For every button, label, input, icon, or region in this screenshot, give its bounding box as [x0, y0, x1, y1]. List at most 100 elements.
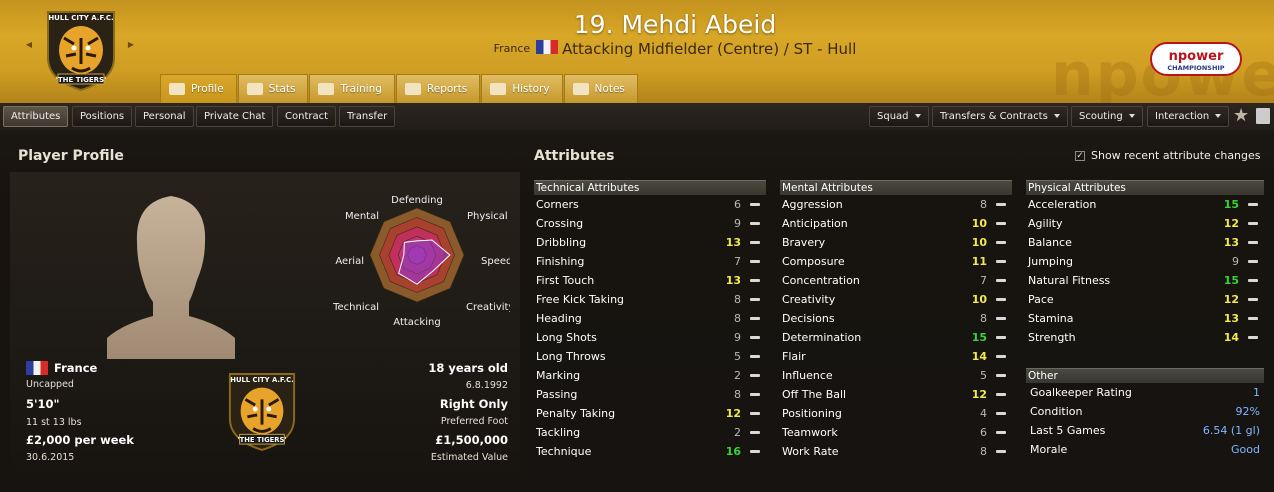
other-name: Goalkeeper Rating: [1030, 386, 1132, 399]
attribute-row[interactable]: Strength 14: [1026, 328, 1264, 347]
player-weight: 11 st 13 lbs: [26, 417, 82, 428]
attribute-row[interactable]: Anticipation 10: [780, 214, 1012, 233]
attribute-name: Pace: [1028, 293, 1054, 306]
attribute-value: 15: [1223, 274, 1239, 287]
attribute-row[interactable]: Acceleration 15: [1026, 195, 1264, 214]
subnav-contract-button[interactable]: Contract: [277, 106, 337, 127]
subnav-transfer-button[interactable]: Transfer: [339, 106, 396, 127]
attribute-row[interactable]: Concentration 7: [780, 271, 1012, 290]
subnav-private-chat-button[interactable]: Private Chat: [196, 106, 274, 127]
player-name: 19. Mehdi Abeid: [573, 10, 777, 39]
attribute-row[interactable]: Influence 5: [780, 366, 1012, 385]
attribute-name: Creativity: [782, 293, 836, 306]
attribute-row[interactable]: Flair 14: [780, 347, 1012, 366]
other-value: 92%: [1235, 405, 1260, 418]
international-caps: Uncapped: [26, 379, 74, 390]
attribute-row[interactable]: Teamwork 6: [780, 423, 1012, 442]
attribute-row[interactable]: Tackling 2: [534, 423, 766, 442]
notepad-icon[interactable]: [1256, 108, 1270, 124]
other-info: Other Goalkeeper Rating 1 Condition 92% Last…: [1026, 368, 1264, 459]
attribute-value: 7: [734, 255, 741, 268]
estimated-value-label: Estimated Value: [430, 452, 508, 463]
attribute-name: Aggression: [782, 198, 843, 211]
attribute-row[interactable]: Penalty Taking 12: [534, 404, 766, 423]
star-icon[interactable]: ★: [1233, 106, 1249, 126]
no-change-icon: [750, 260, 760, 263]
attribute-row[interactable]: Heading 8: [534, 309, 766, 328]
attribute-row[interactable]: First Touch 13: [534, 271, 766, 290]
no-change-icon: [996, 317, 1006, 320]
squad-dropdown[interactable]: Squad: [869, 106, 929, 127]
attribute-name: Heading: [536, 312, 582, 325]
attribute-value: 13: [725, 236, 741, 249]
no-change-icon: [1248, 336, 1258, 339]
attribute-row[interactable]: Stamina 13: [1026, 309, 1264, 328]
no-change-icon: [996, 393, 1006, 396]
transfers-contracts-dropdown[interactable]: Transfers & Contracts: [932, 106, 1068, 127]
attribute-row[interactable]: Balance 13: [1026, 233, 1264, 252]
attribute-value: 12: [1223, 217, 1239, 230]
tab-history[interactable]: History: [481, 74, 563, 103]
attribute-row[interactable]: Corners 6: [534, 195, 766, 214]
attribute-row[interactable]: Long Shots 9: [534, 328, 766, 347]
subnav-attributes-button[interactable]: Attributes: [3, 106, 69, 127]
subnav-personal-button[interactable]: Personal: [135, 106, 194, 127]
other-name: Morale: [1030, 443, 1068, 456]
attribute-name: Agility: [1028, 217, 1063, 230]
attribute-name: Work Rate: [782, 445, 839, 458]
svg-text:npower: npower: [1169, 49, 1224, 64]
attribute-row[interactable]: Off The Ball 12: [780, 385, 1012, 404]
subnav-positions-button[interactable]: Positions: [72, 106, 133, 127]
tab-profile[interactable]: Profile: [160, 74, 237, 103]
attribute-name: Natural Fitness: [1028, 274, 1111, 287]
attribute-value: 12: [971, 388, 987, 401]
attribute-value: 4: [980, 407, 987, 420]
attribute-value: 8: [734, 312, 741, 325]
profile-tabs: Profile Stats Training Reports History N…: [160, 74, 639, 103]
attribute-row[interactable]: Crossing 9: [534, 214, 766, 233]
column-header: Physical Attributes: [1026, 180, 1264, 195]
attribute-row[interactable]: Creativity 10: [780, 290, 1012, 309]
attribute-row[interactable]: Composure 11: [780, 252, 1012, 271]
attribute-row[interactable]: Pace 12: [1026, 290, 1264, 309]
attribute-row[interactable]: Aggression 8: [780, 195, 1012, 214]
attribute-row[interactable]: Determination 15: [780, 328, 1012, 347]
scouting-dropdown[interactable]: Scouting: [1071, 106, 1143, 127]
attribute-row[interactable]: Decisions 8: [780, 309, 1012, 328]
attribute-value: 2: [734, 369, 741, 382]
next-player-icon[interactable]: ▶: [124, 38, 138, 52]
other-row: Condition 92%: [1026, 402, 1264, 421]
attribute-row[interactable]: Positioning 4: [780, 404, 1012, 423]
attribute-row[interactable]: Dribbling 13: [534, 233, 766, 252]
show-recent-changes-toggle[interactable]: ✓ Show recent attribute changes: [1075, 149, 1261, 162]
attribute-row[interactable]: Natural Fitness 15: [1026, 271, 1264, 290]
no-change-icon: [996, 222, 1006, 225]
interaction-dropdown[interactable]: Interaction: [1147, 106, 1230, 127]
attribute-row[interactable]: Bravery 10: [780, 233, 1012, 252]
club-crest: HULL CITY A.F.C. 'THE TIGERS': [47, 11, 115, 92]
attribute-name: Decisions: [782, 312, 835, 325]
tab-notes[interactable]: Notes: [563, 74, 638, 103]
attribute-row[interactable]: Jumping 9: [1026, 252, 1264, 271]
tab-training[interactable]: Training: [309, 74, 395, 103]
player-age: 18 years old: [428, 361, 508, 375]
no-change-icon: [996, 412, 1006, 415]
no-change-icon: [996, 241, 1006, 244]
attribute-row[interactable]: Long Throws 5: [534, 347, 766, 366]
attribute-row[interactable]: Agility 12: [1026, 214, 1264, 233]
attribute-row[interactable]: Marking 2: [534, 366, 766, 385]
attribute-row[interactable]: Finishing 7: [534, 252, 766, 271]
tab-reports[interactable]: Reports: [395, 74, 481, 103]
column-header: Technical Attributes: [534, 180, 766, 195]
attribute-row[interactable]: Passing 8: [534, 385, 766, 404]
attribute-row[interactable]: Technique 16: [534, 442, 766, 461]
tab-stats[interactable]: Stats: [237, 74, 309, 103]
player-wage: £2,000 per week: [26, 433, 134, 447]
no-change-icon: [750, 393, 760, 396]
previous-player-icon[interactable]: ◀: [22, 38, 36, 52]
preferred-foot-label: Preferred Foot: [440, 416, 508, 427]
no-change-icon: [750, 374, 760, 377]
attribute-row[interactable]: Free Kick Taking 8: [534, 290, 766, 309]
attribute-row[interactable]: Work Rate 8: [780, 442, 1012, 461]
no-change-icon: [750, 241, 760, 244]
